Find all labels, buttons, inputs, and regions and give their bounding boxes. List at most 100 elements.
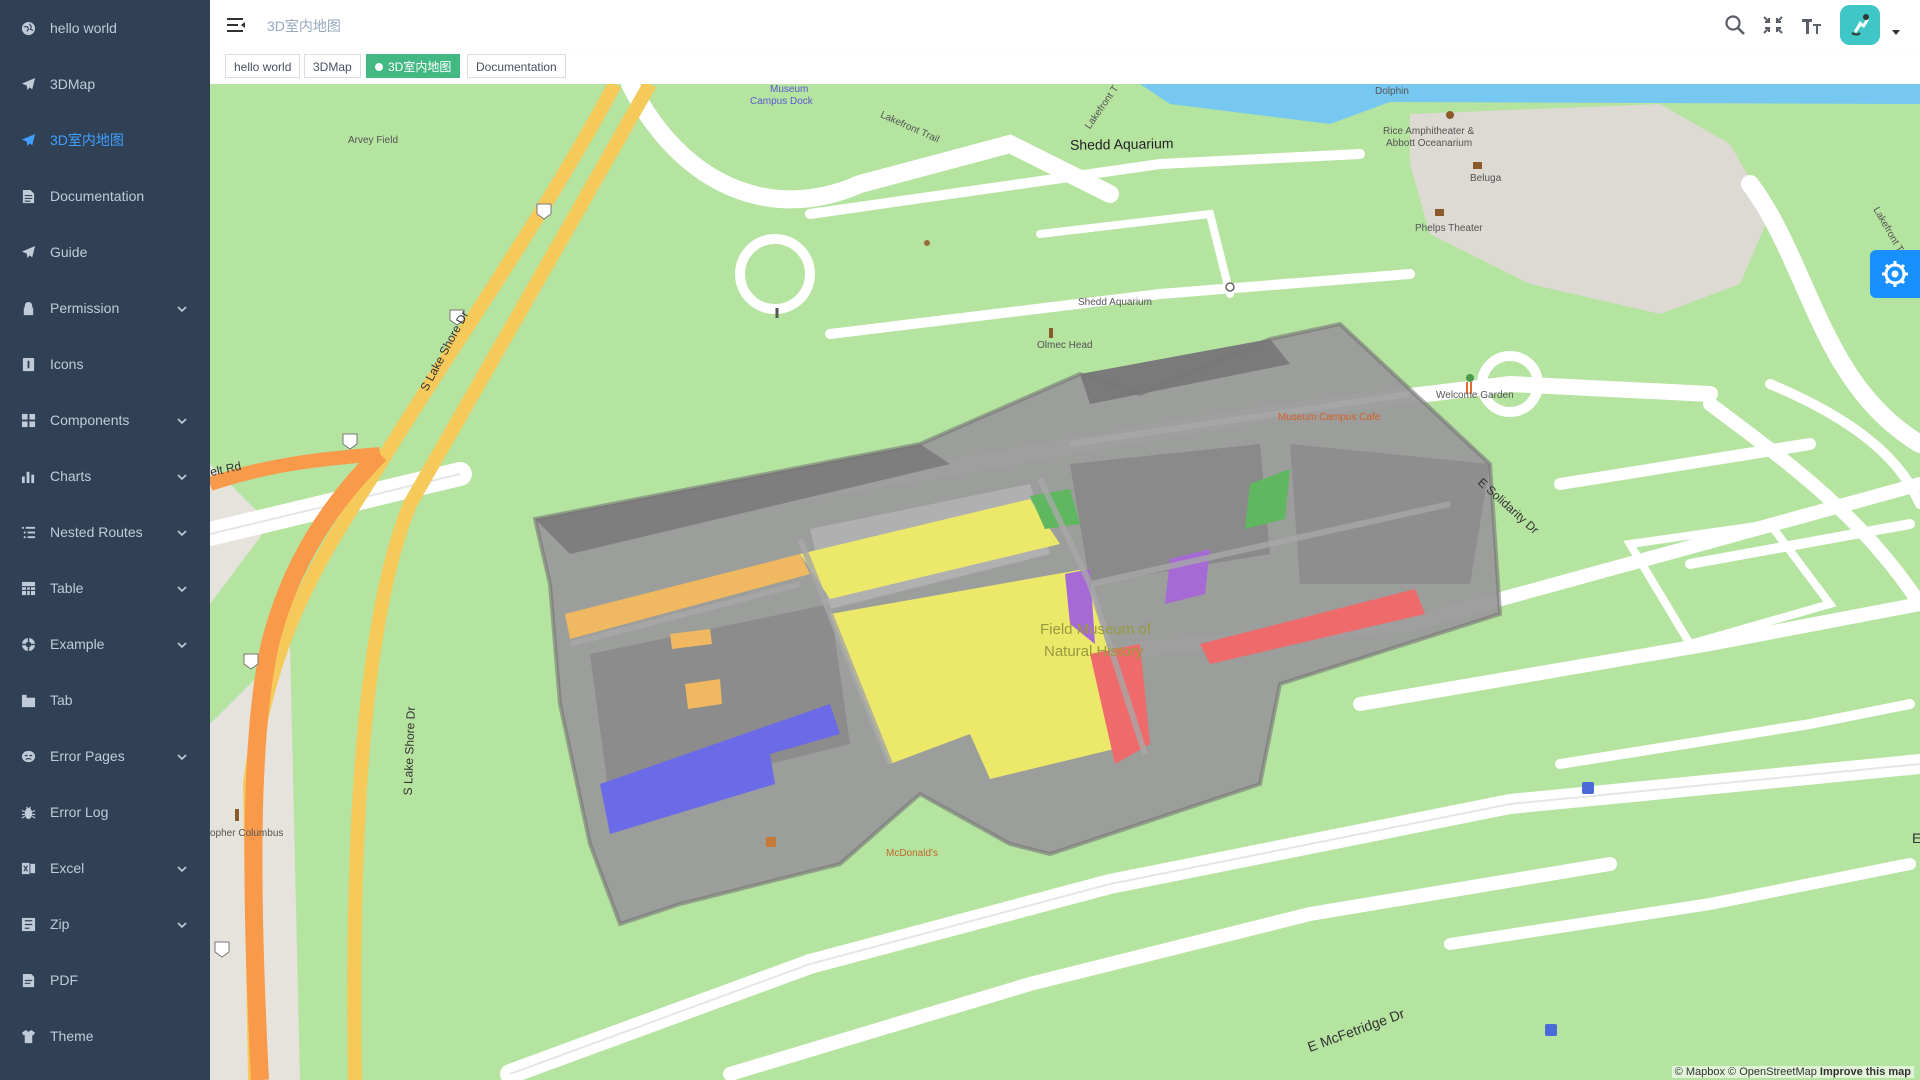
sidebar-item-example[interactable]: Example	[0, 616, 210, 672]
theme-icon	[20, 1028, 36, 1044]
sidebar-item-label: Error Pages	[50, 748, 125, 764]
map-label-mcdonalds: McDonald's	[886, 848, 938, 859]
tag-3dmap[interactable]: 3DMap	[304, 54, 361, 78]
map-label-rice-amphitheater: Rice Amphitheater &	[1383, 126, 1475, 137]
map-label-dolphin: Dolphin	[1375, 86, 1409, 97]
tag-3d-indoor-map[interactable]: 3D室内地图	[366, 54, 461, 78]
nested-icon	[20, 524, 36, 540]
tag-label: hello world	[234, 60, 292, 74]
sidebar-item-documentation[interactable]: Documentation	[0, 168, 210, 224]
map-label-museum-dock: Museum	[770, 84, 809, 95]
sidebar-item-label: Documentation	[50, 188, 145, 204]
settings-button[interactable]	[1870, 250, 1920, 298]
sidebar-item-zip[interactable]: Zip	[0, 896, 210, 952]
tag-label: 3D室内地图	[388, 60, 452, 74]
chevron-down-icon	[176, 302, 188, 314]
map-base-layer	[210, 84, 1920, 1080]
map-canvas[interactable]: Shedd Aquarium Dolphin Rice Amphitheater…	[210, 84, 1920, 1080]
sidebar-item-pdf[interactable]: PDF	[0, 952, 210, 1008]
map-label-welcome-garden: Welcome Garden	[1436, 390, 1514, 401]
globe-icon	[20, 20, 36, 36]
sidebar-item-error-pages[interactable]: Error Pages	[0, 728, 210, 784]
navbar: 3D室内地图	[210, 0, 1920, 50]
pdf-icon	[20, 972, 36, 988]
sidebar-item-label: Table	[50, 580, 84, 596]
active-dot-icon	[375, 62, 383, 71]
sidebar-item-label: hello world	[50, 20, 117, 36]
caret-down-icon[interactable]	[1892, 30, 1900, 35]
sidebar-item-3d-indoor-map[interactable]: 3D室内地图	[0, 112, 210, 168]
sidebar-item-label: Theme	[50, 1028, 94, 1044]
sidebar-item-label: Zip	[50, 916, 70, 932]
avatar[interactable]	[1840, 5, 1880, 45]
tag-label: 3DMap	[313, 60, 352, 74]
chevron-down-icon	[176, 582, 188, 594]
lock-icon	[20, 300, 36, 316]
bug-icon	[20, 804, 36, 820]
sidebar-item-label: Guide	[50, 244, 88, 260]
error-pages-icon	[20, 748, 36, 764]
chevron-down-icon	[176, 862, 188, 874]
zip-icon	[20, 916, 36, 932]
sidebar-item-3dmap[interactable]: 3DMap	[0, 56, 210, 112]
exit-fullscreen-icon[interactable]	[1762, 14, 1784, 36]
paper-plane-icon	[20, 76, 36, 92]
sidebar-item-charts[interactable]: Charts	[0, 448, 210, 504]
paper-plane-icon	[20, 132, 36, 148]
sidebar-item-label: Permission	[50, 300, 120, 316]
tab-icon	[20, 692, 36, 708]
sidebar-item-permission[interactable]: Permission	[0, 280, 210, 336]
sidebar-item-excel[interactable]: Excel	[0, 840, 210, 896]
tag-hello-world[interactable]: hello world	[225, 54, 301, 78]
sidebar-item-label: Icons	[50, 356, 84, 372]
map-label-e: E	[1912, 830, 1920, 846]
icon-book-icon	[20, 356, 36, 372]
document-icon	[20, 188, 36, 204]
map-label-museum-campus-cafe: Museum Campus Cafe	[1278, 412, 1381, 423]
tag-label: Documentation	[476, 60, 557, 74]
components-icon	[20, 412, 36, 428]
chart-icon	[20, 468, 36, 484]
sidebar-item-label: Components	[50, 412, 130, 428]
map-label-christopher-columbus: opher Columbus	[210, 828, 284, 839]
chevron-down-icon	[176, 470, 188, 482]
gear-icon	[1882, 261, 1908, 287]
sidebar-item-label: Error Log	[50, 804, 109, 820]
map-label-phelps-theater: Phelps Theater	[1415, 223, 1483, 234]
sidebar-item-guide[interactable]: Guide	[0, 224, 210, 280]
sidebar: hello world 3DMap 3D室内地图 Documentation G…	[0, 0, 210, 1080]
chevron-down-icon	[176, 526, 188, 538]
text-size-icon[interactable]	[1800, 14, 1822, 36]
example-icon	[20, 636, 36, 652]
tags-view: hello world 3DMap 3D室内地图 Documentation	[210, 50, 1920, 85]
sidebar-item-label: Example	[50, 636, 105, 652]
attribution-osm-link[interactable]: © OpenStreetMap	[1728, 1066, 1817, 1078]
sidebar-item-label: 3D室内地图	[50, 132, 124, 148]
table-icon	[20, 580, 36, 596]
sidebar-item-label: Nested Routes	[50, 524, 143, 540]
hamburger-icon[interactable]	[226, 15, 246, 35]
sidebar-item-components[interactable]: Components	[0, 392, 210, 448]
tag-documentation[interactable]: Documentation	[467, 54, 566, 78]
improve-map-link[interactable]: Improve this map	[1820, 1066, 1911, 1078]
sidebar-item-label: Tab	[50, 692, 73, 708]
map-label-natural-history: Natural History	[1044, 643, 1144, 660]
map-label-campus-dock: Campus Dock	[750, 96, 813, 107]
sidebar-item-theme[interactable]: Theme	[0, 1008, 210, 1064]
map-label-olmec-head: Olmec Head	[1037, 340, 1093, 351]
chevron-down-icon	[176, 750, 188, 762]
sidebar-item-label: Excel	[50, 860, 85, 876]
sidebar-item-table[interactable]: Table	[0, 560, 210, 616]
sidebar-item-error-log[interactable]: Error Log	[0, 784, 210, 840]
sidebar-item-label: Charts	[50, 468, 92, 484]
breadcrumb: 3D室内地图	[267, 18, 341, 34]
sidebar-item-tab[interactable]: Tab	[0, 672, 210, 728]
sidebar-item-icons[interactable]: Icons	[0, 336, 210, 392]
attribution-mapbox-link[interactable]: © Mapbox	[1675, 1066, 1725, 1078]
chevron-down-icon	[176, 414, 188, 426]
sidebar-item-hello-world[interactable]: hello world	[0, 0, 210, 56]
search-icon[interactable]	[1724, 14, 1746, 36]
map-label-shedd-aquarium-poi: Shedd Aquarium	[1078, 297, 1152, 308]
sidebar-item-nested-routes[interactable]: Nested Routes	[0, 504, 210, 560]
chevron-down-icon	[176, 918, 188, 930]
